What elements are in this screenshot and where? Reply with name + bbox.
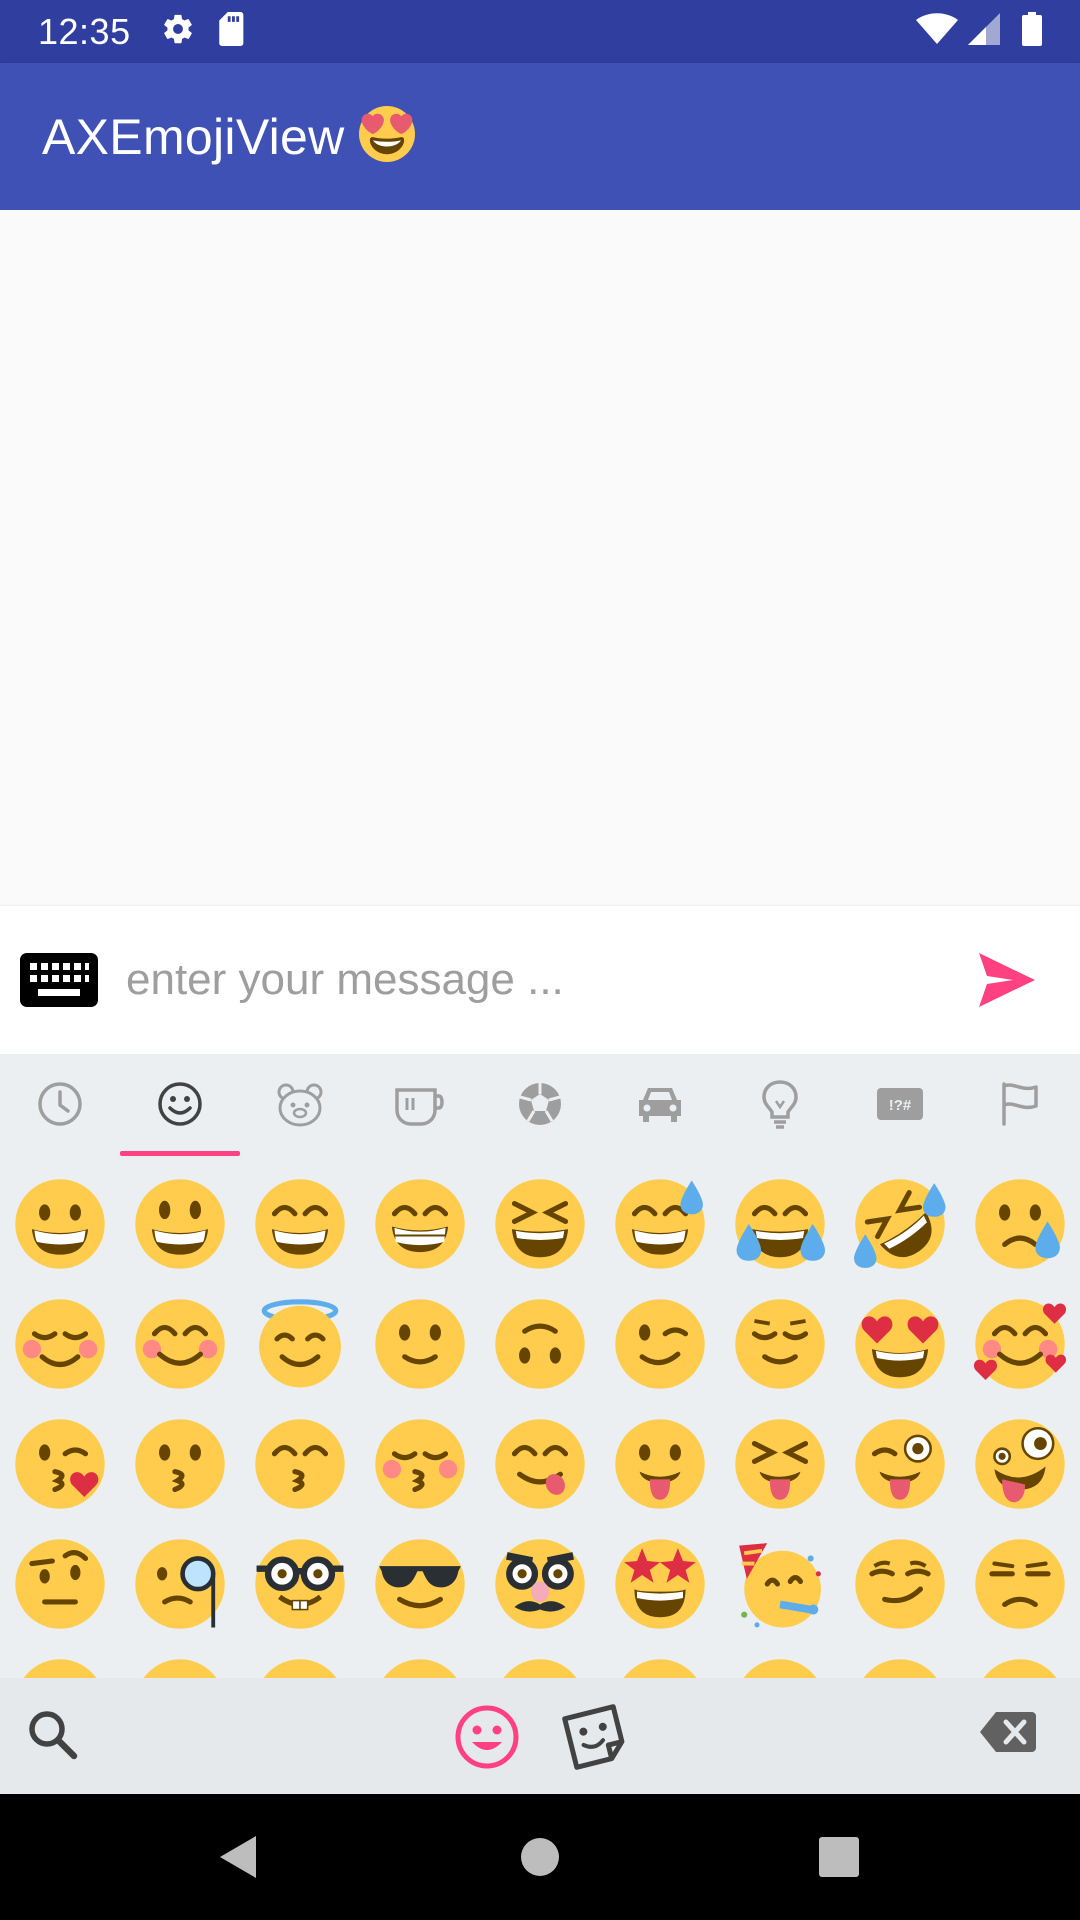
grin-emoji-icon[interactable]: [360, 1164, 480, 1284]
rofl-emoji-icon[interactable]: [840, 1164, 960, 1284]
emoji-mode-icon: [455, 1705, 519, 1769]
relieved-emoji-icon[interactable]: [720, 1284, 840, 1404]
clock-icon: [38, 1082, 82, 1126]
sticker-mode-icon: [562, 1704, 625, 1770]
keyboard-toggle-button[interactable]: [20, 952, 98, 1008]
status-time: 12:35: [38, 10, 131, 52]
screen: 12:35 AXEmojiView enter your message ...…: [0, 0, 1080, 1920]
stuck-out-tongue-emoji-icon[interactable]: [600, 1404, 720, 1524]
smiley-emoji-icon[interactable]: [120, 1164, 240, 1284]
symbols-icon: !?#: [877, 1088, 923, 1120]
sweat-smile-emoji-icon[interactable]: [600, 1164, 720, 1284]
tab-recent[interactable]: [0, 1054, 120, 1154]
tab-flags[interactable]: [960, 1054, 1080, 1154]
cell-signal-icon: [968, 13, 1000, 50]
status-right-icons: [916, 12, 1042, 51]
star-struck-emoji-icon[interactable]: [600, 1524, 720, 1644]
battery-icon: [1022, 12, 1042, 51]
bear-icon: [277, 1083, 323, 1127]
smiling-hearts-emoji-icon[interactable]: [960, 1284, 1080, 1404]
unamused-emoji-icon[interactable]: [960, 1524, 1080, 1644]
tab-food[interactable]: [360, 1054, 480, 1154]
smirk-emoji-icon[interactable]: [840, 1524, 960, 1644]
tab-symbols[interactable]: !?#: [840, 1054, 960, 1154]
heart-eyes-emoji-icon: [358, 106, 415, 167]
slightly-smiling-emoji-icon[interactable]: [360, 1284, 480, 1404]
lightbulb-icon: [762, 1080, 798, 1129]
kissing-smiling-eyes-emoji-icon[interactable]: [240, 1404, 360, 1524]
joy-emoji-icon[interactable]: [720, 1164, 840, 1284]
nerd-emoji-icon[interactable]: [240, 1524, 360, 1644]
laughing-emoji-icon[interactable]: [480, 1164, 600, 1284]
emoji-grid: [0, 1164, 1080, 1764]
tab-smileys[interactable]: [120, 1054, 240, 1156]
navigation-bar: [0, 1794, 1080, 1920]
nav-back-button[interactable]: [214, 1832, 264, 1882]
zany-emoji-icon[interactable]: [960, 1404, 1080, 1524]
tab-objects[interactable]: [720, 1054, 840, 1154]
message-content-area: [0, 210, 1080, 906]
wifi-icon: [916, 13, 958, 50]
status-left-icons: [161, 12, 247, 51]
heart-eyes-emoji-icon[interactable]: [840, 1284, 960, 1404]
tab-activities[interactable]: [480, 1054, 600, 1154]
gear-icon: [161, 12, 195, 51]
send-icon: [979, 953, 1035, 1007]
smiley-icon: [158, 1082, 202, 1126]
wink-emoji-icon[interactable]: [600, 1284, 720, 1404]
back-icon: [220, 1836, 256, 1878]
emoji-search-button[interactable]: [24, 1706, 84, 1766]
kissing-emoji-icon[interactable]: [120, 1404, 240, 1524]
nav-home-button[interactable]: [515, 1832, 565, 1882]
flag-icon: [1002, 1082, 1038, 1126]
car-icon: [639, 1088, 681, 1122]
send-button[interactable]: [962, 935, 1052, 1025]
partying-emoji-icon[interactable]: [720, 1524, 840, 1644]
sunglasses-emoji-icon[interactable]: [360, 1524, 480, 1644]
sd-card-icon: [217, 12, 247, 51]
app-bar: AXEmojiView: [0, 63, 1080, 210]
message-input[interactable]: [126, 940, 962, 1020]
disguised-emoji-icon[interactable]: [480, 1524, 600, 1644]
sticker-mode-button[interactable]: [560, 1702, 630, 1772]
crying-face-emoji-icon[interactable]: [960, 1164, 1080, 1284]
blush-emoji-icon[interactable]: [120, 1284, 240, 1404]
keyboard-icon: [20, 953, 98, 1007]
innocent-emoji-icon[interactable]: [240, 1284, 360, 1404]
emoji-category-tabs: !?#: [0, 1054, 1080, 1156]
soccer-ball-icon: [519, 1083, 561, 1125]
message-input-bar: [0, 906, 1080, 1054]
nav-recents-button[interactable]: [814, 1832, 864, 1882]
upside-down-emoji-icon[interactable]: [480, 1284, 600, 1404]
monocle-emoji-icon[interactable]: [120, 1524, 240, 1644]
grinning-emoji-icon[interactable]: [0, 1164, 120, 1284]
backspace-button[interactable]: [980, 1712, 1040, 1760]
status-bar: 12:35: [0, 0, 1080, 63]
backspace-icon: [980, 1712, 1036, 1752]
kissing-heart-emoji-icon[interactable]: [0, 1404, 120, 1524]
raised-eyebrow-emoji-icon[interactable]: [0, 1524, 120, 1644]
emoji-mode-button[interactable]: [454, 1704, 520, 1770]
relaxed-emoji-icon[interactable]: [0, 1284, 120, 1404]
cup-icon: [395, 1088, 444, 1126]
squinting-tongue-emoji-icon[interactable]: [720, 1404, 840, 1524]
yum-emoji-icon[interactable]: [480, 1404, 600, 1524]
svg-text:!?#: !?#: [889, 1097, 912, 1114]
emoji-bottom-bar: [0, 1678, 1080, 1794]
app-title: AXEmojiView: [42, 108, 345, 165]
smile-emoji-icon[interactable]: [240, 1164, 360, 1284]
search-icon: [29, 1711, 78, 1760]
kissing-closed-eyes-emoji-icon[interactable]: [360, 1404, 480, 1524]
winking-tongue-emoji-icon[interactable]: [840, 1404, 960, 1524]
tab-animals[interactable]: [240, 1054, 360, 1154]
recents-icon: [819, 1837, 859, 1877]
tab-travel[interactable]: [600, 1054, 720, 1154]
home-icon: [521, 1838, 559, 1876]
